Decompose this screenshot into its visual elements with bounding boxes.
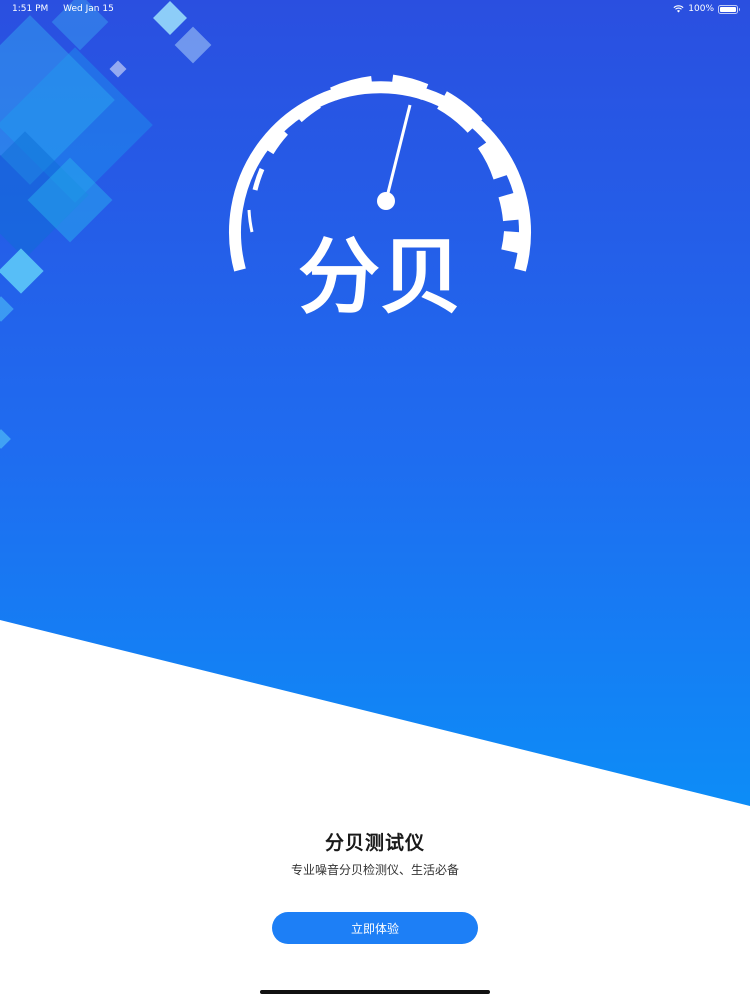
speedometer-gauge-icon: 分贝 xyxy=(229,74,531,325)
home-indicator[interactable] xyxy=(260,990,490,994)
status-date: Wed Jan 15 xyxy=(63,4,114,14)
logo-text: 分贝 xyxy=(298,230,462,325)
battery-icon xyxy=(718,4,740,14)
status-bar: 1:51 PM Wed Jan 15 100% xyxy=(0,0,750,20)
start-experience-button[interactable]: 立即体验 xyxy=(272,912,478,944)
app-title: 分贝测试仪 xyxy=(324,832,425,854)
status-time: 1:51 PM xyxy=(12,4,49,14)
start-button-label: 立即体验 xyxy=(350,921,399,936)
app-subtitle: 专业噪音分贝检测仪、生活必备 xyxy=(290,863,459,877)
wifi-icon xyxy=(673,5,684,13)
decorative-diamonds xyxy=(0,0,212,449)
battery-percentage: 100% xyxy=(688,4,714,14)
